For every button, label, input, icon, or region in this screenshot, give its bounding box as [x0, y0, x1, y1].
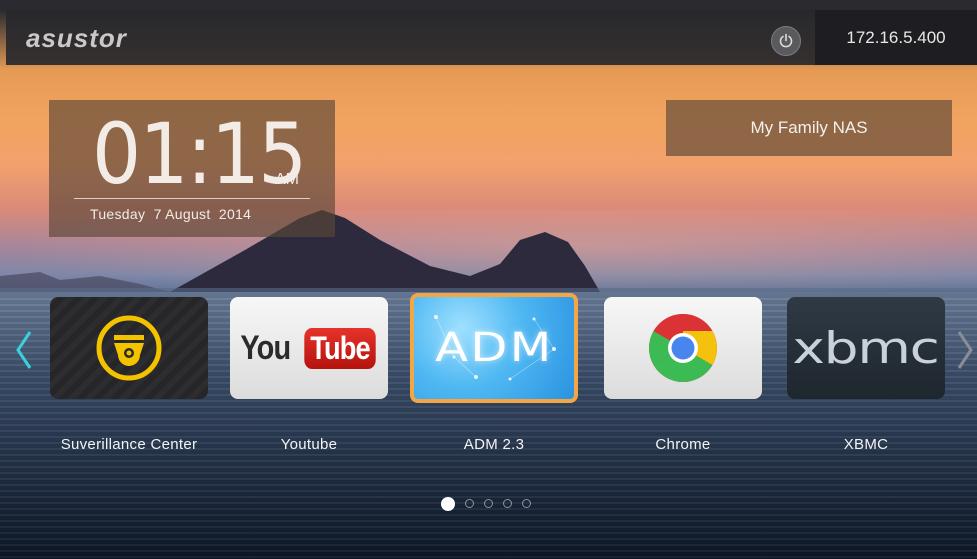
page-dot-3[interactable]: [484, 499, 493, 508]
clock-date: Tuesday 7 August 2014: [90, 206, 252, 222]
app-label-youtube: Youtube: [280, 436, 338, 453]
app-tile-chrome[interactable]: [604, 297, 762, 399]
youtube-logo-tube: Tube: [304, 327, 376, 369]
previous-arrow[interactable]: [14, 330, 34, 375]
app-label-chrome: Chrome: [655, 436, 711, 453]
tv-home-screen: asustor 172.16.5.400 01:15 AM Tuesday 7 …: [0, 0, 977, 559]
page-indicator: [441, 497, 531, 511]
clock-divider: [74, 198, 310, 199]
page-dot-1[interactable]: [441, 497, 455, 511]
clock-widget: 01:15 AM Tuesday 7 August 2014: [49, 100, 335, 237]
youtube-icon: You Tube: [236, 327, 382, 369]
app-tile-surveillance-center[interactable]: [50, 297, 208, 399]
page-dot-2[interactable]: [465, 499, 474, 508]
adm-icon: ADM: [434, 325, 554, 371]
app-tile-adm[interactable]: ADM: [410, 293, 578, 403]
youtube-logo-you: You: [240, 328, 292, 367]
chevron-right-icon: [957, 331, 973, 369]
app-label-surveillance-center: Suverillance Center: [60, 436, 198, 453]
nas-name-button[interactable]: My Family NAS: [666, 100, 952, 156]
ip-address: 172.16.5.400: [815, 10, 977, 65]
clock-ampm: AM: [275, 171, 299, 188]
app-label-adm: ADM 2.3: [463, 436, 525, 453]
power-button[interactable]: [771, 26, 801, 56]
top-bar: asustor 172.16.5.400: [6, 10, 977, 65]
page-dot-4[interactable]: [503, 499, 512, 508]
clock-time: 01:15: [92, 105, 307, 203]
app-tile-youtube[interactable]: You Tube: [230, 297, 388, 399]
page-dot-5[interactable]: [522, 499, 531, 508]
app-tile-xbmc[interactable]: xbmc: [787, 297, 945, 399]
surveillance-camera-icon: [96, 315, 162, 381]
next-arrow[interactable]: [955, 330, 975, 375]
asustor-logo: asustor: [26, 23, 127, 53]
xbmc-icon: xbmc: [792, 322, 941, 374]
chevron-left-icon: [16, 331, 32, 369]
power-icon: [779, 33, 793, 48]
chrome-icon: [649, 314, 717, 382]
app-label-xbmc: XBMC: [843, 436, 889, 453]
